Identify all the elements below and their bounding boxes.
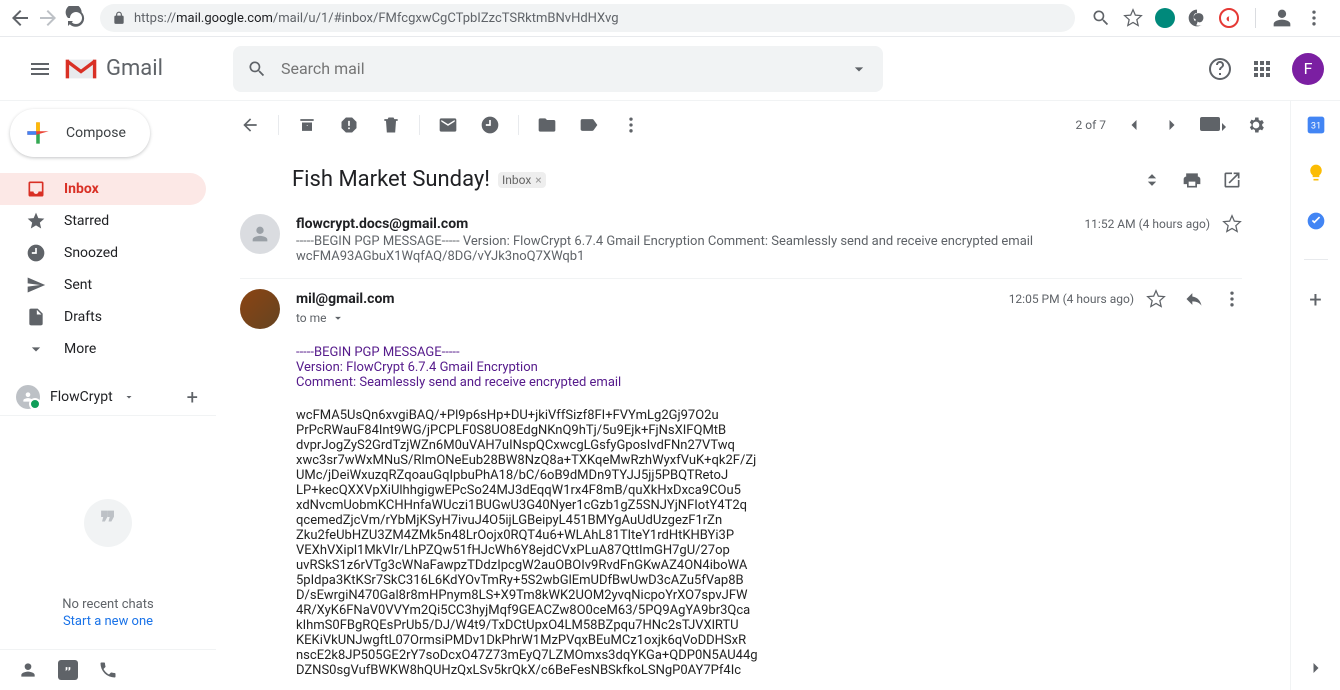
star-icon bbox=[26, 211, 46, 231]
chevron-down-icon bbox=[26, 339, 46, 359]
input-tools-button[interactable] bbox=[1200, 115, 1228, 135]
sender-photo-avatar bbox=[240, 289, 280, 329]
mark-unread-button[interactable] bbox=[438, 115, 458, 135]
delete-button[interactable] bbox=[381, 115, 401, 135]
plus-icon bbox=[22, 117, 54, 149]
star-message-button[interactable] bbox=[1222, 214, 1242, 234]
nav-more[interactable]: More bbox=[0, 333, 206, 365]
compose-label: Compose bbox=[66, 125, 126, 141]
gmail-brand-text: Gmail bbox=[106, 56, 163, 81]
labels-button[interactable] bbox=[579, 115, 599, 135]
url-text: https://mail.google.com/mail/u/1/#inbox/… bbox=[134, 11, 619, 26]
message-time: 11:52 AM (4 hours ago) bbox=[1084, 217, 1210, 231]
sender-avatar-icon bbox=[240, 214, 280, 254]
expand-all-button[interactable] bbox=[1142, 170, 1162, 190]
address-bar[interactable]: https://mail.google.com/mail/u/1/#inbox/… bbox=[100, 4, 1075, 32]
add-label-button[interactable]: + bbox=[187, 385, 198, 409]
caret-down-icon bbox=[331, 311, 345, 325]
gmail-logo[interactable]: Gmail bbox=[64, 56, 163, 82]
back-button[interactable] bbox=[8, 6, 32, 30]
more-actions-button[interactable] bbox=[621, 115, 641, 135]
hangouts-start-link[interactable]: Start a new one bbox=[20, 614, 196, 629]
search-input[interactable] bbox=[273, 59, 843, 78]
recipient-line[interactable]: to me bbox=[296, 311, 1242, 325]
new-window-button[interactable] bbox=[1222, 170, 1242, 190]
sender-address: flowcrypt.docs@gmail.com bbox=[296, 216, 468, 232]
label-flowcrypt[interactable]: FlowCrypt bbox=[16, 385, 135, 409]
message-counter: 2 of 7 bbox=[1076, 118, 1106, 132]
forward-button[interactable] bbox=[36, 6, 60, 30]
support-icon[interactable] bbox=[1208, 57, 1232, 81]
hangouts-panel: ❞ No recent chats Start a new one bbox=[0, 479, 216, 649]
ext-icon-1[interactable] bbox=[1155, 8, 1175, 28]
spam-button[interactable] bbox=[339, 115, 359, 135]
message-time: 12:05 PM (4 hours ago) bbox=[1009, 292, 1134, 306]
settings-button[interactable] bbox=[1246, 115, 1266, 135]
user-avatar[interactable]: F bbox=[1292, 53, 1324, 85]
apps-grid-icon[interactable] bbox=[1250, 57, 1274, 81]
sidebar: Compose Inbox Starred Snoozed Sent Draft… bbox=[0, 101, 216, 690]
message-item-expanded: mil@gmail.com 12:05 PM (4 hours ago) to … bbox=[240, 279, 1290, 690]
nav-starred[interactable]: Starred bbox=[0, 205, 206, 237]
inbox-icon bbox=[26, 179, 46, 199]
phone-icon[interactable] bbox=[98, 660, 118, 680]
svg-text:31: 31 bbox=[1310, 121, 1320, 131]
search-bar[interactable] bbox=[233, 46, 883, 92]
compose-button[interactable]: Compose bbox=[10, 109, 150, 157]
nav-drafts[interactable]: Drafts bbox=[0, 301, 206, 333]
pinterest-icon[interactable] bbox=[1187, 8, 1207, 28]
pgp-body: wcFMA5UsQn6xvgiBAQ/+Pl9p6sHp+DU+jkiVffSi… bbox=[296, 408, 1242, 678]
tasks-addon-icon[interactable] bbox=[1306, 211, 1326, 231]
prev-message-button[interactable] bbox=[1124, 115, 1144, 135]
file-icon bbox=[26, 307, 46, 327]
reply-button[interactable] bbox=[1184, 289, 1204, 309]
bookmark-star-icon[interactable] bbox=[1123, 8, 1143, 28]
ext-icon-3[interactable]: ◐ bbox=[1219, 8, 1239, 28]
message-toolbar: 2 of 7 bbox=[240, 101, 1290, 149]
snooze-button[interactable] bbox=[480, 115, 500, 135]
clock-icon bbox=[26, 243, 46, 263]
hangouts-tab-icon[interactable] bbox=[58, 660, 78, 680]
main-menu-button[interactable] bbox=[16, 45, 64, 93]
sidebar-bottom bbox=[0, 649, 216, 690]
profile-icon[interactable] bbox=[1272, 8, 1292, 28]
send-icon bbox=[26, 275, 46, 295]
lock-icon bbox=[112, 11, 126, 25]
pgp-message-block: -----BEGIN PGP MESSAGE----- Version: Flo… bbox=[296, 345, 1242, 678]
inbox-chip[interactable]: Inbox× bbox=[498, 172, 546, 188]
star-message-button[interactable] bbox=[1146, 289, 1166, 309]
get-addons-button[interactable]: + bbox=[1306, 288, 1326, 308]
zoom-icon[interactable] bbox=[1091, 8, 1111, 28]
hangouts-no-chats: No recent chats bbox=[20, 597, 196, 612]
message-snippet: -----BEGIN PGP MESSAGE----- Version: Flo… bbox=[296, 234, 1242, 264]
browser-toolbar: https://mail.google.com/mail/u/1/#inbox/… bbox=[0, 0, 1340, 37]
nav-snoozed[interactable]: Snoozed bbox=[0, 237, 206, 269]
collapse-panel-button[interactable] bbox=[1306, 658, 1326, 678]
print-button[interactable] bbox=[1182, 170, 1202, 190]
hangouts-icon: ❞ bbox=[84, 499, 132, 547]
email-subject: Fish Market Sunday! bbox=[292, 167, 490, 192]
calendar-addon-icon[interactable]: 31 bbox=[1306, 115, 1326, 135]
nav-inbox[interactable]: Inbox bbox=[0, 173, 206, 205]
archive-button[interactable] bbox=[297, 115, 317, 135]
nav-sent[interactable]: Sent bbox=[0, 269, 206, 301]
sender-address: mil@gmail.com bbox=[296, 291, 395, 307]
message-pane: 2 of 7 Fish Market Sunday! Inbox× flowcr… bbox=[216, 101, 1290, 690]
search-icon[interactable] bbox=[247, 59, 267, 79]
gmail-m-icon bbox=[64, 56, 98, 82]
caret-down-icon bbox=[123, 391, 135, 403]
addons-panel: 31 + bbox=[1290, 101, 1340, 690]
user-presence-icon bbox=[16, 385, 40, 409]
message-item-collapsed[interactable]: flowcrypt.docs@gmail.com 11:52 AM (4 hou… bbox=[240, 204, 1290, 278]
reload-button[interactable] bbox=[64, 6, 88, 30]
back-to-inbox-button[interactable] bbox=[240, 115, 260, 135]
search-dropdown-icon[interactable] bbox=[849, 59, 869, 79]
contacts-icon[interactable] bbox=[18, 660, 38, 680]
move-to-button[interactable] bbox=[537, 115, 557, 135]
browser-menu-icon[interactable] bbox=[1304, 8, 1324, 28]
message-more-button[interactable] bbox=[1222, 289, 1242, 309]
keep-addon-icon[interactable] bbox=[1306, 163, 1326, 183]
next-message-button[interactable] bbox=[1162, 115, 1182, 135]
gmail-header: Gmail F bbox=[0, 37, 1340, 101]
